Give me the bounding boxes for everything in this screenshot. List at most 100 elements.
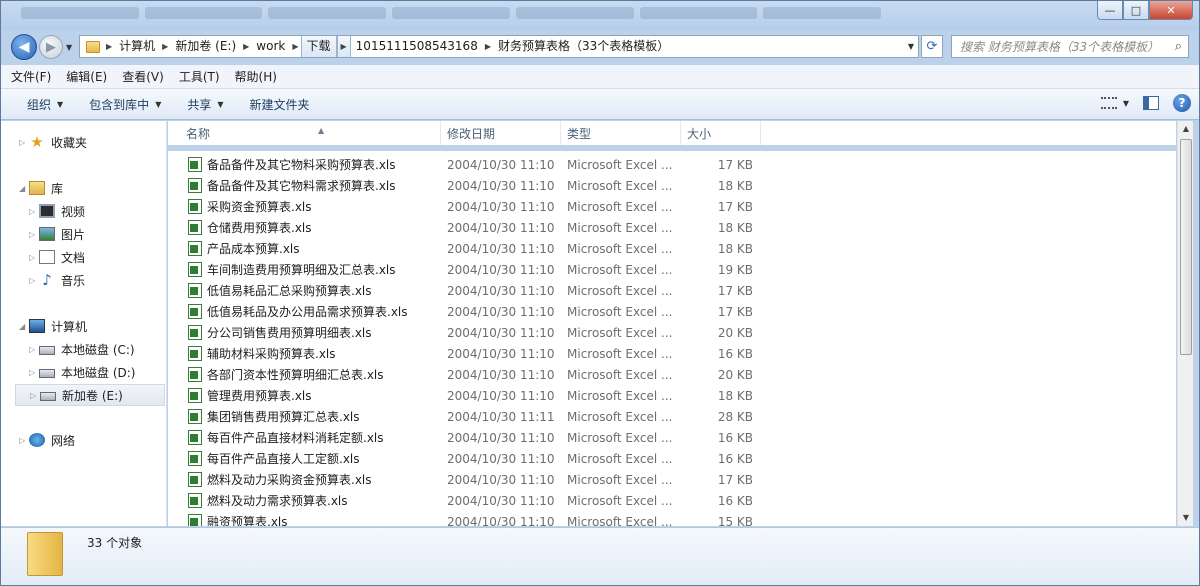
file-row[interactable]: 备品备件及其它物料采购预算表.xls 2004/10/30 11:10 Micros…: [168, 154, 1176, 175]
file-name[interactable]: 采购资金预算表.xls: [188, 198, 312, 215]
share-button[interactable]: 共享 ▼: [187, 96, 223, 113]
sidebar-item-music[interactable]: ▷ ♪ 音乐: [29, 269, 85, 291]
forward-button[interactable]: ▶: [39, 35, 63, 59]
expand-icon[interactable]: ▷: [29, 368, 39, 377]
file-name[interactable]: 车间制造费用预算明细及汇总表.xls: [188, 261, 396, 278]
file-name[interactable]: 分公司销售费用预算明细表.xls: [188, 324, 372, 341]
view-dropdown-icon[interactable]: ▼: [1123, 99, 1129, 108]
menu-help[interactable]: 帮助(H): [235, 68, 277, 85]
sidebar-item-pictures[interactable]: ▷ 图片: [29, 223, 85, 245]
expand-icon[interactable]: ▷: [19, 138, 29, 147]
collapse-icon[interactable]: ◢: [19, 184, 29, 193]
file-name[interactable]: 备品备件及其它物料需求预算表.xls: [188, 177, 396, 194]
menu-edit[interactable]: 编辑(E): [66, 68, 107, 85]
sidebar-item-documents[interactable]: ▷ 文档: [29, 246, 85, 268]
sidebar-item-drive-c[interactable]: ▷ 本地磁盘 (C:): [29, 338, 135, 360]
preview-pane-icon[interactable]: [1143, 96, 1159, 110]
file-row[interactable]: 备品备件及其它物料需求预算表.xls 2004/10/30 11:10 Micros…: [168, 175, 1176, 196]
file-row[interactable]: 低值易耗品汇总采购预算表.xls 2004/10/30 11:10 Microsof…: [168, 280, 1176, 301]
file-row[interactable]: 燃料及动力需求预算表.xls 2004/10/30 11:10 Microsoft …: [168, 490, 1176, 511]
file-row[interactable]: 每百件产品直接材料消耗定额.xls 2004/10/30 11:10 Microso…: [168, 427, 1176, 448]
chevron-right-icon[interactable]: ▶: [483, 42, 493, 51]
file-name[interactable]: 备品备件及其它物料采购预算表.xls: [188, 156, 396, 173]
file-name[interactable]: 燃料及动力采购资金预算表.xls: [188, 471, 372, 488]
file-row[interactable]: 仓储费用预算表.xls 2004/10/30 11:10 Microsoft Exc…: [168, 217, 1176, 238]
column-header-type[interactable]: 类型: [561, 121, 681, 145]
file-name[interactable]: 管理费用预算表.xls: [188, 387, 312, 404]
expand-icon[interactable]: ▷: [29, 276, 39, 285]
file-row[interactable]: 产品成本预算.xls 2004/10/30 11:10 Microsoft Exce…: [168, 238, 1176, 259]
scroll-down-icon[interactable]: ▼: [1178, 510, 1194, 526]
file-name[interactable]: 产品成本预算.xls: [188, 240, 300, 257]
chevron-right-icon[interactable]: ▶: [336, 36, 351, 57]
file-row[interactable]: 各部门资本性预算明细汇总表.xls 2004/10/30 11:10 Microso…: [168, 364, 1176, 385]
organize-button[interactable]: 组织 ▼: [27, 96, 63, 113]
file-row[interactable]: 集团销售费用预算汇总表.xls 2004/10/30 11:11 Microsoft…: [168, 406, 1176, 427]
column-header-date[interactable]: 修改日期: [441, 121, 561, 145]
chevron-right-icon[interactable]: ▶: [160, 42, 170, 51]
file-row[interactable]: 采购资金预算表.xls 2004/10/30 11:10 Microsoft Exc…: [168, 196, 1176, 217]
file-name[interactable]: 辅助材料采购预算表.xls: [188, 345, 336, 362]
sidebar-item-drive-e[interactable]: ▷ 新加卷 (E:): [15, 384, 165, 406]
file-row[interactable]: 融资预算表.xls 2004/10/30 11:10 Microsoft Excel…: [168, 511, 1176, 526]
file-name[interactable]: 燃料及动力需求预算表.xls: [188, 492, 348, 509]
expand-icon[interactable]: ▷: [30, 391, 40, 400]
breadcrumb-drive-e[interactable]: 新加卷 (E:): [170, 36, 241, 57]
search-input[interactable]: 搜索 财务预算表格（33个表格模板） ⌕: [951, 35, 1189, 58]
collapse-icon[interactable]: ◢: [19, 322, 29, 331]
file-name[interactable]: 每百件产品直接材料消耗定额.xls: [188, 429, 384, 446]
vertical-scrollbar[interactable]: ▲ ▼: [1177, 121, 1193, 526]
file-name[interactable]: 融资预算表.xls: [188, 513, 288, 526]
file-name[interactable]: 低值易耗品汇总采购预算表.xls: [188, 282, 372, 299]
chevron-right-icon[interactable]: ▶: [241, 42, 251, 51]
recent-pages-dropdown-icon[interactable]: ▼: [66, 43, 72, 52]
menu-tools[interactable]: 工具(T): [179, 68, 220, 85]
menu-view[interactable]: 查看(V): [122, 68, 164, 85]
file-name[interactable]: 仓储费用预算表.xls: [188, 219, 312, 236]
address-history-dropdown-icon[interactable]: ▼: [908, 42, 914, 51]
expand-icon[interactable]: ▷: [29, 207, 39, 216]
sidebar-item-network[interactable]: ▷ 网络: [19, 429, 75, 451]
minimize-button[interactable]: —: [1097, 1, 1123, 20]
expand-icon[interactable]: ▷: [29, 253, 39, 262]
chevron-right-icon[interactable]: ▶: [104, 42, 114, 51]
breadcrumb-current-folder[interactable]: 财务预算表格（33个表格模板）: [493, 36, 674, 57]
file-name[interactable]: 每百件产品直接人工定额.xls: [188, 450, 360, 467]
breadcrumb-computer[interactable]: 计算机: [114, 36, 160, 57]
scrollbar-thumb[interactable]: [1180, 139, 1192, 355]
file-row[interactable]: 燃料及动力采购资金预算表.xls 2004/10/30 11:10 Microsof…: [168, 469, 1176, 490]
sidebar-item-drive-d[interactable]: ▷ 本地磁盘 (D:): [29, 361, 135, 383]
file-row[interactable]: 低值易耗品及办公用品需求预算表.xls 2004/10/30 11:10 Micro…: [168, 301, 1176, 322]
file-name[interactable]: 各部门资本性预算明细汇总表.xls: [188, 366, 384, 383]
help-icon[interactable]: ?: [1173, 94, 1191, 112]
breadcrumb-downloads[interactable]: 下载: [300, 36, 337, 57]
file-row[interactable]: 分公司销售费用预算明细表.xls 2004/10/30 11:10 Microsof…: [168, 322, 1176, 343]
include-in-library-button[interactable]: 包含到库中 ▼: [89, 96, 161, 113]
sidebar-item-computer[interactable]: ◢ 计算机: [19, 315, 87, 337]
address-bar[interactable]: ▶ 计算机 ▶ 新加卷 (E:) ▶ work ▶ 下载 ▶ 101511150…: [79, 35, 919, 58]
refresh-button[interactable]: ⟳: [921, 35, 943, 58]
scroll-up-icon[interactable]: ▲: [1178, 121, 1194, 137]
menu-file[interactable]: 文件(F): [11, 68, 51, 85]
maximize-button[interactable]: □: [1123, 1, 1149, 20]
column-header-size[interactable]: 大小: [681, 121, 761, 145]
file-name[interactable]: 低值易耗品及办公用品需求预算表.xls: [188, 303, 408, 320]
breadcrumb-work[interactable]: work: [251, 36, 290, 57]
back-button[interactable]: ◀: [11, 34, 37, 60]
close-button[interactable]: ✕: [1149, 1, 1193, 20]
expand-icon[interactable]: ▷: [19, 436, 29, 445]
breadcrumb-id-folder[interactable]: 1015111508543168: [351, 36, 483, 57]
view-options-icon[interactable]: [1100, 97, 1117, 109]
sidebar-item-libraries[interactable]: ◢ 库: [19, 177, 63, 199]
column-header-name[interactable]: 名称 ▲: [180, 121, 441, 145]
file-row[interactable]: 每百件产品直接人工定额.xls 2004/10/30 11:10 Microsoft…: [168, 448, 1176, 469]
sidebar-item-videos[interactable]: ▷ 视频: [29, 200, 85, 222]
expand-icon[interactable]: ▷: [29, 230, 39, 239]
file-row[interactable]: 车间制造费用预算明细及汇总表.xls 2004/10/30 11:10 Micros…: [168, 259, 1176, 280]
search-icon[interactable]: ⌕: [1175, 39, 1182, 54]
file-name[interactable]: 集团销售费用预算汇总表.xls: [188, 408, 360, 425]
file-row[interactable]: 管理费用预算表.xls 2004/10/30 11:10 Microsoft Exc…: [168, 385, 1176, 406]
expand-icon[interactable]: ▷: [29, 345, 39, 354]
sidebar-item-favorites[interactable]: ▷ ★ 收藏夹: [19, 131, 87, 153]
chevron-right-icon[interactable]: ▶: [290, 42, 300, 51]
